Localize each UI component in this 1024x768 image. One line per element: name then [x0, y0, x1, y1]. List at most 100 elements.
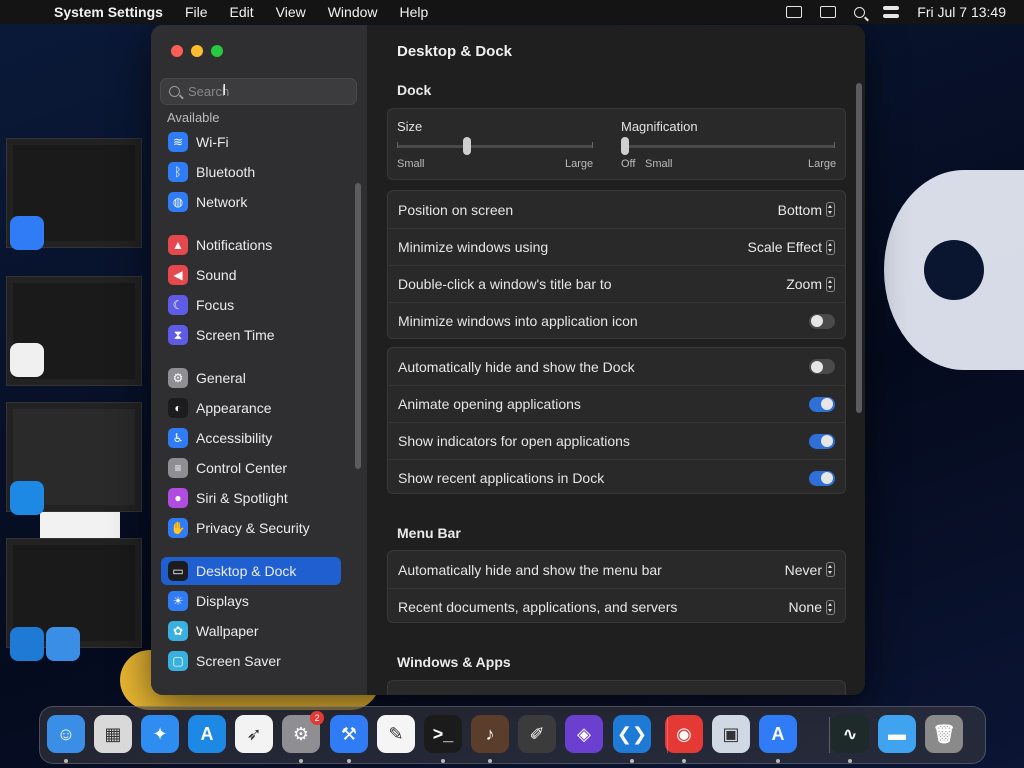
- dock-glyph: ✎: [388, 723, 404, 744]
- sidebar-item-label: Displays: [196, 593, 249, 609]
- running-indicator: [682, 759, 686, 763]
- magnification-slider-thumb[interactable]: [621, 137, 629, 155]
- simulator-icon[interactable]: A: [759, 715, 797, 753]
- popup-button[interactable]: Never: [785, 562, 835, 578]
- sidebar-item-network[interactable]: ◍ Network: [161, 188, 341, 216]
- sidebar-item-desktop-dock[interactable]: ▭ Desktop & Dock: [161, 557, 341, 585]
- instruments-icon[interactable]: ♪: [471, 715, 509, 753]
- dock-glyph: ☺: [56, 723, 76, 744]
- finder-icon[interactable]: ☺: [47, 715, 85, 753]
- zoom-button[interactable]: [211, 45, 223, 57]
- menu-edit[interactable]: Edit: [230, 4, 254, 20]
- preview-icon[interactable]: ▣: [712, 715, 750, 753]
- close-button[interactable]: [171, 45, 183, 57]
- toggle-switch[interactable]: [809, 433, 835, 449]
- sidebar-status-icon[interactable]: [786, 6, 803, 18]
- xcode-icon: [10, 216, 44, 250]
- toggle-switch[interactable]: [809, 470, 835, 486]
- sketch-icon[interactable]: ✐: [518, 715, 556, 753]
- dock-glyph: ➶: [246, 723, 262, 744]
- app-store-icon[interactable]: A: [188, 715, 226, 753]
- chevron-updown-icon: [826, 202, 835, 217]
- visual-studio-icon[interactable]: ◈: [565, 715, 603, 753]
- sidebar-item-general[interactable]: ⚙ General: [161, 364, 341, 392]
- sidebar-item-siri-spotlight[interactable]: ● Siri & Spotlight: [161, 484, 341, 512]
- dock-glyph: ❮❯: [616, 723, 648, 744]
- section-title-menu-bar: Menu Bar: [397, 525, 461, 541]
- minimize-button[interactable]: [191, 45, 203, 57]
- sidebar-scrollbar[interactable]: [355, 183, 361, 469]
- sidebar-item-bluetooth[interactable]: ᛒ Bluetooth: [161, 158, 341, 186]
- control-center-icon[interactable]: [883, 6, 900, 18]
- sidebar-item-screen-time[interactable]: ⧗ Screen Time: [161, 321, 341, 349]
- magnification-max-label: Large: [808, 158, 837, 170]
- menu-window[interactable]: Window: [328, 4, 378, 20]
- spotlight-search-icon[interactable]: [854, 6, 866, 18]
- main-scrollbar[interactable]: [856, 83, 862, 413]
- toggle-switch[interactable]: [809, 313, 835, 329]
- dock: ☺ ▦ ✦ A ➶ ⚙ 2 ⚒ ✎ >_ ♪ ✐ ◈ ❮❯ ◉ ▣ A ∿ ▬ 🗑: [39, 706, 986, 764]
- sidebar-item-accessibility[interactable]: ♿ Accessibility: [161, 424, 341, 452]
- sidebar-item-sound[interactable]: ◀ Sound: [161, 261, 341, 289]
- bell-icon: ▲: [168, 235, 188, 255]
- sidebar-item-displays[interactable]: ☀ Displays: [161, 587, 341, 615]
- bluetooth-icon: ᛒ: [168, 162, 188, 182]
- wifi-icon: ≋: [168, 132, 188, 152]
- setting-row-show-recent-applications-in-dock: Show recent applications in Dock: [388, 459, 845, 496]
- toggle-switch[interactable]: [809, 396, 835, 412]
- sidebar-item-label: Network: [196, 194, 248, 210]
- popup-value: Scale Effect: [747, 239, 822, 255]
- activity-monitor-icon[interactable]: ∿: [831, 715, 869, 753]
- globe-icon: ◍: [168, 192, 188, 212]
- menu-file[interactable]: File: [185, 4, 208, 20]
- sidebar-item-control-center[interactable]: ≡ Control Center: [161, 454, 341, 482]
- running-indicator: [347, 759, 351, 763]
- downloads-folder-icon[interactable]: ▬: [878, 715, 916, 753]
- system-settings-icon[interactable]: ⚙ 2: [282, 711, 324, 753]
- toggle-switch[interactable]: [809, 359, 835, 374]
- sidebar-item-notifications[interactable]: ▲ Notifications: [161, 231, 341, 259]
- stage-manager-icon[interactable]: [820, 6, 837, 18]
- popup-button[interactable]: Bottom: [778, 202, 835, 218]
- sidebar-item-wi-fi[interactable]: ≋ Wi-Fi: [161, 128, 341, 156]
- setting-row-recent-documents-applications-and-servers: Recent documents, applications, and serv…: [388, 588, 845, 625]
- menu-help[interactable]: Help: [400, 4, 429, 20]
- popup-button[interactable]: Zoom: [786, 276, 835, 292]
- setting-label: Double-click a window's title bar to: [398, 276, 612, 292]
- sidebar-item-wallpaper[interactable]: ✿ Wallpaper: [161, 617, 341, 645]
- textedit-icon[interactable]: ✎: [377, 715, 415, 753]
- popup-value: None: [788, 599, 822, 615]
- safari-icon[interactable]: ✦: [141, 715, 179, 753]
- menu-view[interactable]: View: [276, 4, 306, 20]
- size-slider-thumb[interactable]: [462, 137, 471, 155]
- window-controls: [171, 45, 223, 57]
- trash-icon[interactable]: 🗑: [925, 715, 963, 753]
- sidebar-item-label: Accessibility: [196, 430, 273, 446]
- search-input[interactable]: [188, 84, 338, 99]
- slider-tick: [592, 142, 593, 148]
- popup-button[interactable]: Scale Effect: [748, 239, 835, 255]
- running-indicator: [488, 759, 492, 763]
- launchpad-icon[interactable]: ▦: [94, 715, 132, 753]
- menu-app-name[interactable]: System Settings: [54, 4, 163, 20]
- menu-clock[interactable]: Fri Jul 7 13:49: [917, 4, 1006, 20]
- menu-bar-settings-group: Automatically hide and show the menu bar…: [387, 550, 846, 623]
- popup-button[interactable]: None: [789, 599, 835, 615]
- size-slider-track[interactable]: [397, 145, 593, 148]
- flower-icon: ✿: [168, 621, 188, 641]
- xcode-icon[interactable]: ⚒: [330, 715, 368, 753]
- chrome-icon[interactable]: ◉: [665, 715, 703, 753]
- magnification-slider-track[interactable]: [621, 145, 835, 148]
- terminal-icon[interactable]: >_: [424, 715, 462, 753]
- swift-icon[interactable]: ➶: [235, 715, 273, 753]
- vscode-icon[interactable]: ❮❯: [613, 715, 651, 753]
- sidebar-item-screen-saver[interactable]: ▢ Screen Saver: [161, 647, 341, 675]
- sidebar-item-focus[interactable]: ☾ Focus: [161, 291, 341, 319]
- appearance-icon: ◐: [168, 398, 188, 418]
- sidebar-item-appearance[interactable]: ◐ Appearance: [161, 394, 341, 422]
- search-field[interactable]: [160, 78, 357, 105]
- sidebar-item-label: Wallpaper: [196, 623, 259, 639]
- sidebar-item-privacy-security[interactable]: ✋ Privacy & Security: [161, 514, 341, 542]
- dock-glyph: A: [200, 723, 214, 744]
- dock-glyph: ◉: [676, 723, 692, 744]
